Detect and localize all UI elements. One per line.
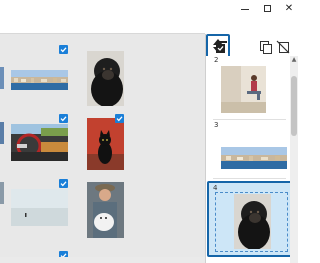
page-toolbar xyxy=(206,34,298,58)
car-interior-photo xyxy=(11,124,68,161)
horizontal-scrollbar[interactable] xyxy=(0,257,205,263)
thumbnail-black-cat[interactable] xyxy=(87,118,124,170)
checkbox-checked[interactable] xyxy=(59,179,68,188)
page-thumbnail-selected[interactable]: 4 xyxy=(207,181,294,257)
gorilla-photo xyxy=(234,194,271,249)
thumbnail-partial[interactable] xyxy=(0,182,4,204)
page-list-scrollbar[interactable] xyxy=(290,56,298,263)
page-thumbnail[interactable] xyxy=(221,147,287,169)
coastal-city-photo xyxy=(11,70,68,90)
page-divider xyxy=(213,178,286,179)
duplicate-icon[interactable] xyxy=(259,39,273,54)
person-sitting-photo xyxy=(221,66,266,113)
page-thumbnail-image xyxy=(234,194,271,249)
close-icon[interactable]: ✕ xyxy=(282,2,296,16)
scroll-up-icon[interactable]: ▲ xyxy=(290,56,298,64)
thumbnail-coastal-city[interactable] xyxy=(11,70,68,90)
page-number: 2 xyxy=(214,56,219,64)
page-divider xyxy=(213,119,286,120)
minimize-icon[interactable] xyxy=(238,2,252,16)
maximize-icon[interactable] xyxy=(260,2,274,16)
thumbnail-gorilla[interactable] xyxy=(87,51,124,106)
thumbnail-car-interior[interactable] xyxy=(11,124,68,161)
black-cat-photo xyxy=(87,118,124,170)
thumbnail-partial[interactable] xyxy=(0,67,4,89)
page-number: 3 xyxy=(214,121,219,129)
page-number: 4 xyxy=(213,184,218,192)
page-thumbnail[interactable] xyxy=(221,66,266,113)
thumbnail-beach[interactable] xyxy=(11,189,68,226)
thumbnail-partial[interactable] xyxy=(0,122,4,144)
beach-photo xyxy=(11,189,68,226)
scrollbar-thumb[interactable] xyxy=(291,76,297,136)
coastal-city-photo xyxy=(221,147,287,169)
checkbox-checked[interactable] xyxy=(59,114,68,123)
checkbox-checked[interactable] xyxy=(115,114,124,123)
photo-print-app-window: ✕ 2 3 4 ▲ xyxy=(0,0,298,263)
checkbox-checked[interactable] xyxy=(59,45,68,54)
select-pages-icon[interactable] xyxy=(214,39,228,53)
photo-grid[interactable] xyxy=(0,34,205,263)
man-with-dog-photo xyxy=(87,182,124,238)
gorilla-photo xyxy=(87,51,124,106)
delete-icon[interactable] xyxy=(276,39,290,54)
thumbnail-man-with-dog[interactable] xyxy=(87,182,124,238)
title-bar: ✕ xyxy=(0,0,298,18)
